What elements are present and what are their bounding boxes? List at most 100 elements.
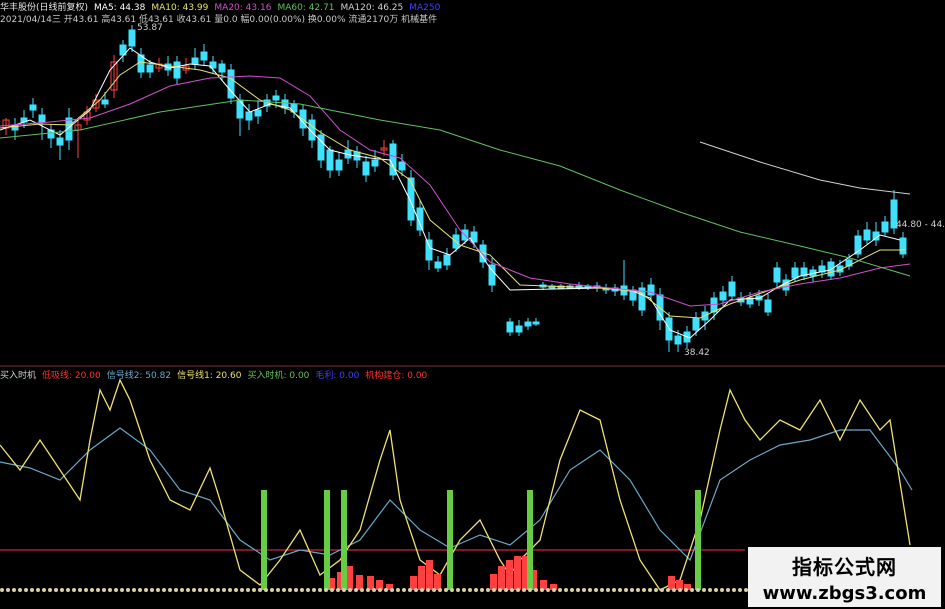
ma-line [699,141,911,195]
hdr3-item: 信号线1: 20.60 [177,371,242,381]
candle-body [245,111,253,121]
baseline-dot [576,588,580,592]
baseline-dot [444,588,448,592]
baseline-dot [654,588,658,592]
baseline-dot [24,588,28,592]
baseline-dot [726,588,730,592]
baseline-dot [174,588,178,592]
candle-body [719,291,727,301]
baseline-dot [570,588,574,592]
baseline-dot [408,588,412,592]
candle-body [407,177,415,221]
buy-signal-bar [341,490,347,590]
baseline-dot [120,588,124,592]
baseline-dot [156,588,160,592]
candle-body [524,321,532,327]
baseline-dot [12,588,16,592]
baseline-dot [450,588,454,592]
baseline-dot [138,588,142,592]
indicator-header: 买入时机 低吸线: 20.00 信号线2: 50.82 信号线1: 20.60 买入时机… [0,368,433,381]
baseline-dot [312,588,316,592]
accumulation-bar [498,566,505,590]
candle-body [674,335,682,345]
baseline-dot [606,588,610,592]
baseline-dot [522,588,526,592]
baseline-dot [180,588,184,592]
candle-body [254,109,262,117]
baseline-dot [714,588,718,592]
candle-body [218,63,226,73]
baseline-dot [6,588,10,592]
candle-body [881,221,889,233]
baseline-dot [378,588,382,592]
candle-body [443,254,451,266]
candle-body [272,95,280,101]
baseline-dot [36,588,40,592]
baseline-dot [684,588,688,592]
accumulation-bar [506,560,513,590]
candle-body [434,261,442,269]
buy-signal-bar [527,490,533,590]
candle-body [371,159,379,167]
ma-line [0,47,901,339]
candle-body [146,64,154,73]
candle-body [773,267,781,283]
baseline-dot [330,588,334,592]
baseline-dot [66,588,70,592]
baseline-dot [360,588,364,592]
kline-chart[interactable]: 53.87 38.42 44.80 - 44.7 [0,0,945,609]
low-price-label: 38.42 [684,348,710,358]
baseline-dot [246,588,250,592]
baseline-dot [738,588,742,592]
baseline-dot [192,588,196,592]
baseline-dot [18,588,22,592]
watermark-url: www.zbgs3.com [762,583,927,604]
baseline-dot [624,588,628,592]
candle-body [128,29,136,47]
candlestick-series [2,25,907,352]
candle-body [200,51,208,61]
watermark-logo: 指标公式网 www.zbgs3.com [748,547,941,607]
baseline-dot [132,588,136,592]
candle-body [398,161,406,171]
baseline-dot [264,588,268,592]
hdr3-item: 机构建仓: 0.00 [365,371,428,381]
baseline-dot [636,588,640,592]
baseline-dot [126,588,130,592]
hdr3-item: 买入时机 [0,371,37,381]
candle-body [56,137,64,146]
buy-signal-bar [447,490,453,590]
accumulation-bar [426,560,433,590]
baseline-dot [216,588,220,592]
baseline-dot [150,588,154,592]
baseline-dot [528,588,532,592]
baseline-dot [432,588,436,592]
baseline-dot [318,588,322,592]
hdr3-item: 毛利: 0.00 [315,371,360,381]
baseline-dot [504,588,508,592]
hdr3-item: 信号线2: 50.82 [106,371,172,381]
candle-body [791,267,799,279]
buy-signal-bar [261,490,267,590]
buy-signal-bar [695,490,701,590]
baseline-dot [402,588,406,592]
baseline-dot [168,588,172,592]
baseline-dot [300,588,304,592]
baseline-dot [228,588,232,592]
candle-body [335,159,343,171]
baseline-dot [690,588,694,592]
baseline-dot [276,588,280,592]
baseline-dot [672,588,676,592]
baseline-dot [696,588,700,592]
baseline-dot [282,588,286,592]
baseline-dot [558,588,562,592]
baseline-dot [294,588,298,592]
candle-body [532,321,540,325]
candle-body [29,104,37,111]
accumulation-bar [668,576,675,590]
candle-body [362,161,370,176]
baseline-dot [30,588,34,592]
baseline-dot [348,588,352,592]
baseline-dot [516,588,520,592]
baseline-dot [462,588,466,592]
